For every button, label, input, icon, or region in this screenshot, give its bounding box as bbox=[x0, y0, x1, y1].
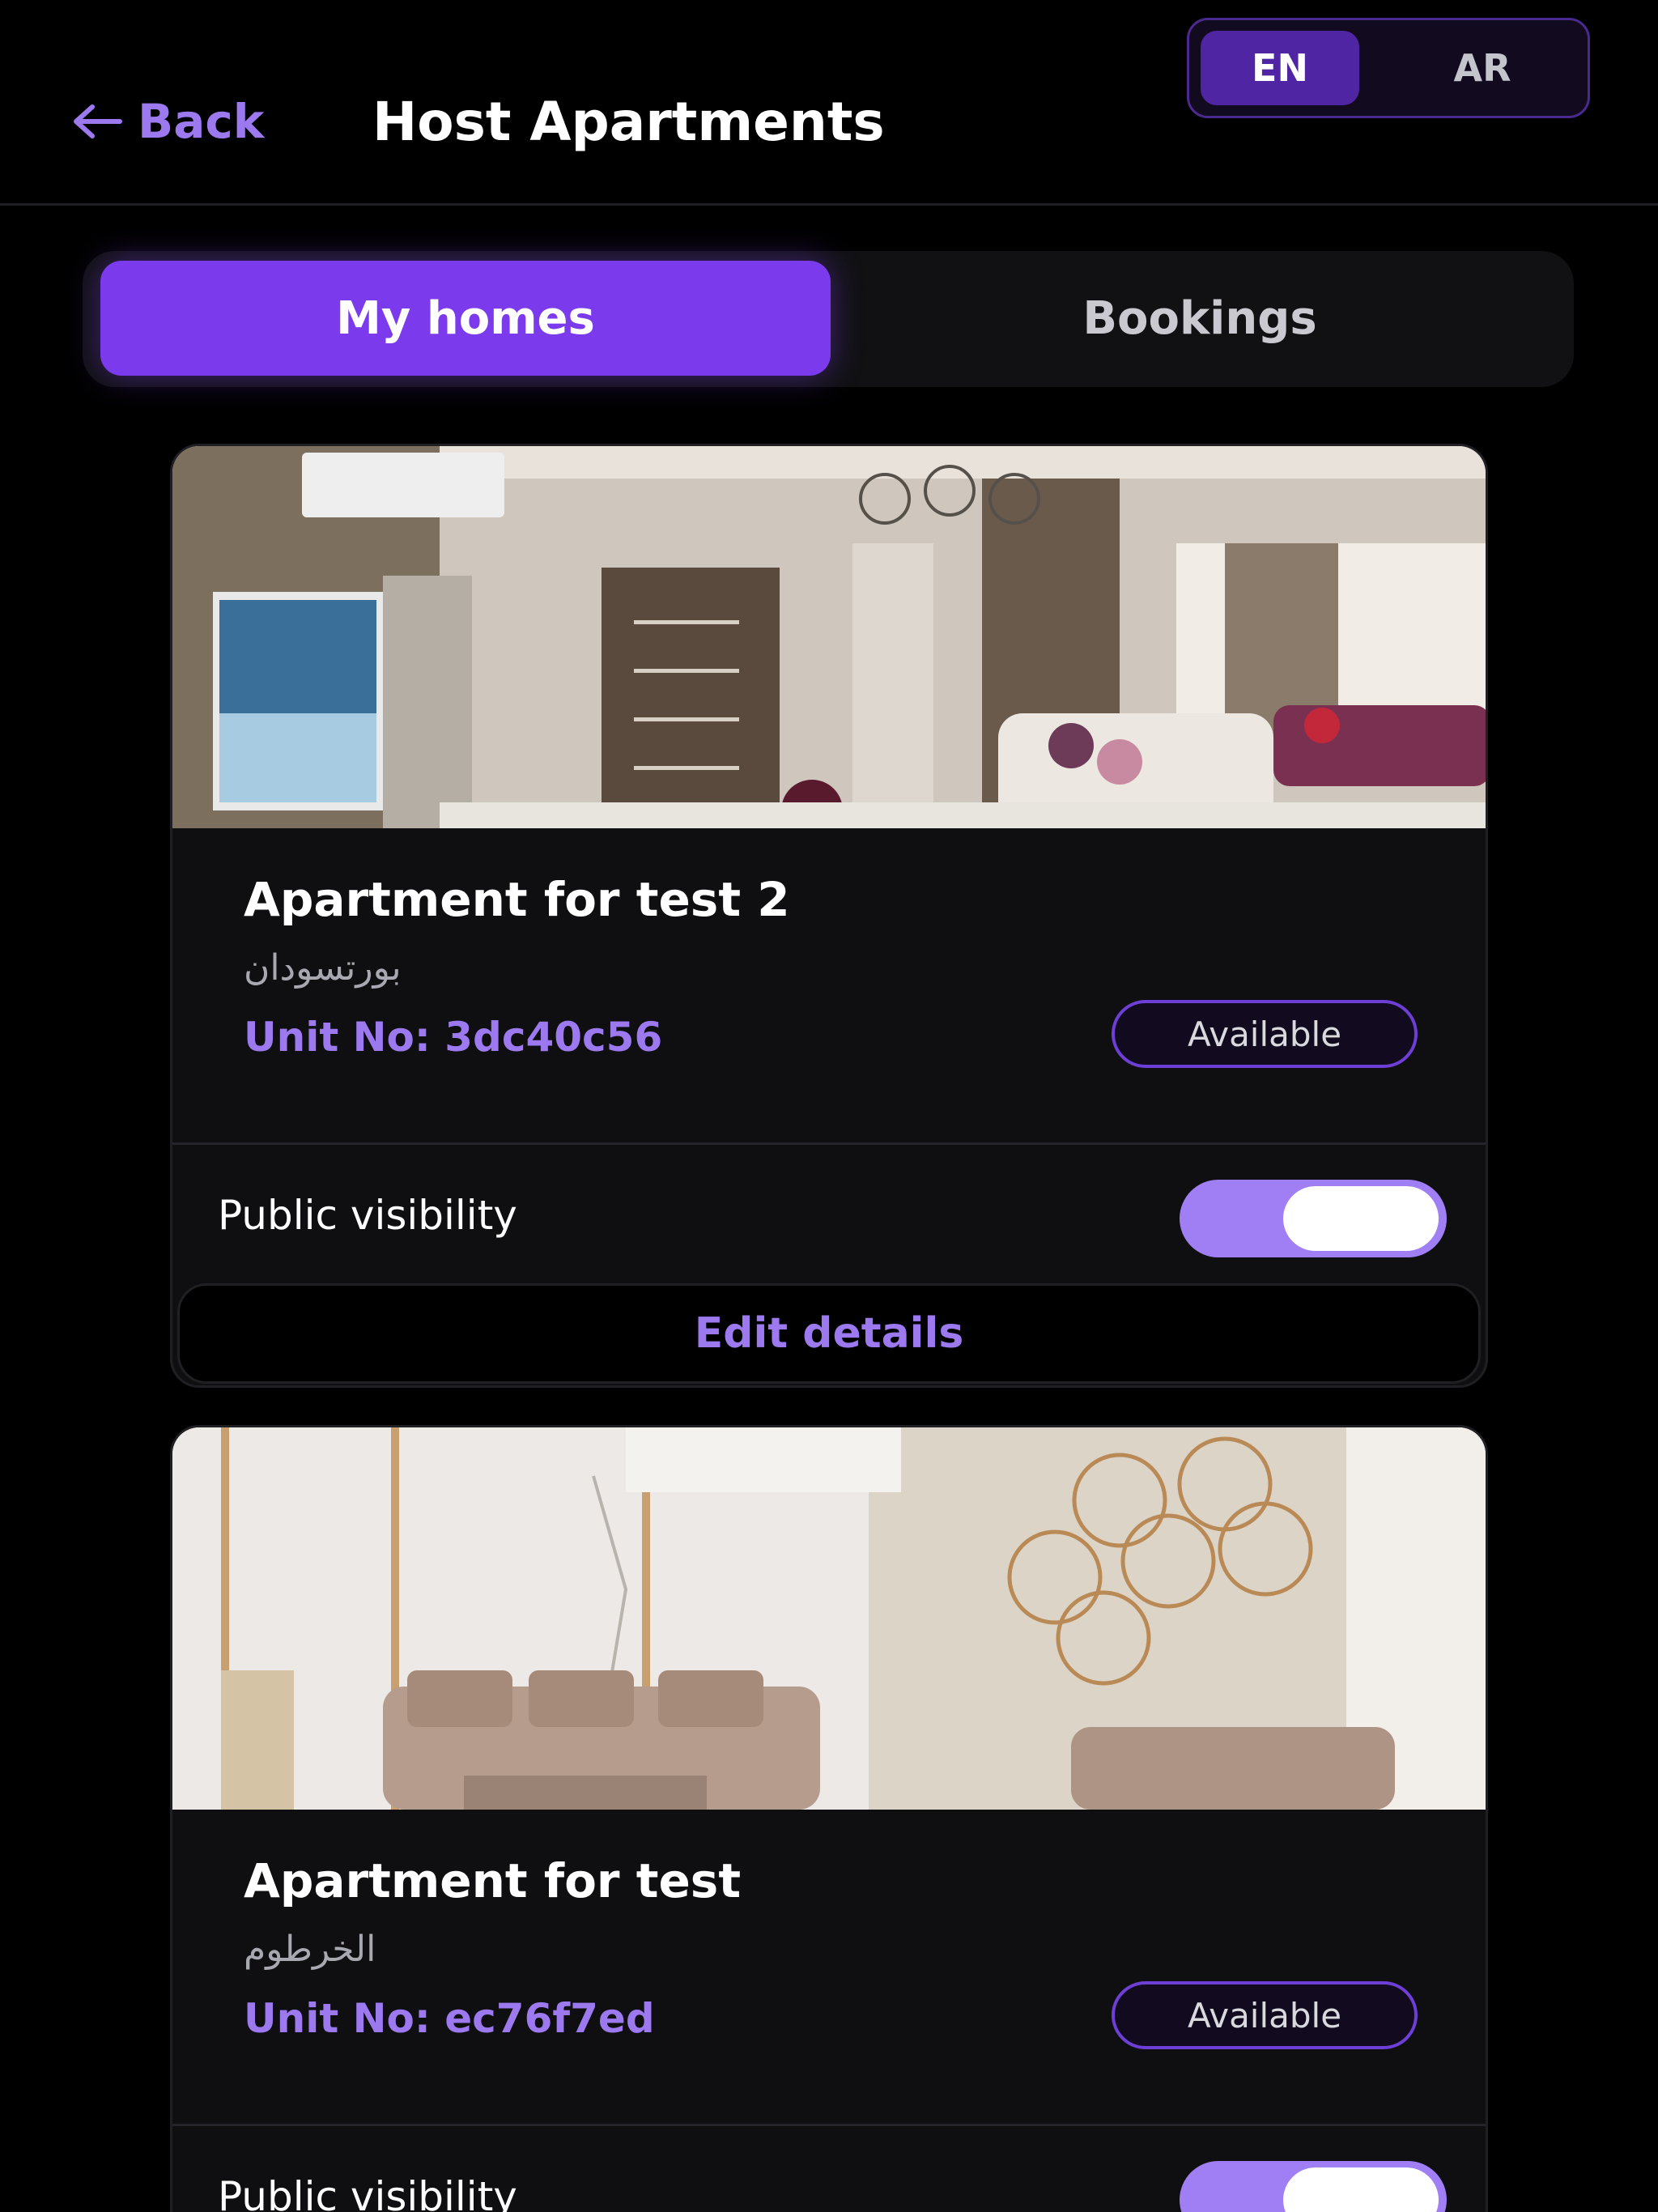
divider bbox=[172, 2124, 1486, 2126]
back-label: Back bbox=[138, 94, 265, 149]
public-visibility-label: Public visibility bbox=[218, 2173, 517, 2212]
listing-title: Apartment for test bbox=[244, 1853, 742, 1908]
listing-unit-number: Unit No: ec76f7ed bbox=[244, 1995, 655, 2042]
listing-photo bbox=[172, 1427, 1486, 1810]
status-badge: Available bbox=[1112, 1000, 1418, 1068]
tab-my-homes[interactable]: My homes bbox=[100, 261, 831, 376]
top-bar: Back Host Apartments EN AR bbox=[0, 0, 1658, 206]
language-switch: EN AR bbox=[1187, 18, 1590, 118]
toggle-knob bbox=[1283, 1186, 1439, 1251]
back-button[interactable]: Back bbox=[71, 89, 264, 154]
edit-details-button[interactable]: Edit details bbox=[177, 1283, 1481, 1384]
host-apartments-screen: Back Host Apartments EN AR My homes Book… bbox=[0, 0, 1658, 2212]
listing-title: Apartment for test 2 bbox=[244, 872, 790, 927]
language-option-ar[interactable]: AR bbox=[1403, 31, 1562, 105]
language-option-en[interactable]: EN bbox=[1201, 31, 1359, 105]
page-title: Host Apartments bbox=[372, 90, 885, 153]
divider bbox=[172, 1142, 1486, 1145]
status-badge: Available bbox=[1112, 1981, 1418, 2049]
listing-card: Apartment for test 2 بورتسودان Unit No: … bbox=[170, 444, 1488, 1388]
public-visibility-toggle[interactable] bbox=[1180, 2161, 1447, 2212]
tab-bookings[interactable]: Bookings bbox=[892, 261, 1507, 376]
arrow-left-icon bbox=[74, 104, 122, 138]
public-visibility-label: Public visibility bbox=[218, 1192, 517, 1239]
listing-location: الخرطوم bbox=[244, 1929, 376, 1970]
listing-unit-number: Unit No: 3dc40c56 bbox=[244, 1014, 663, 1061]
public-visibility-toggle[interactable] bbox=[1180, 1180, 1447, 1257]
listing-card: Apartment for test الخرطوم Unit No: ec76… bbox=[170, 1425, 1488, 2212]
toggle-knob bbox=[1283, 2167, 1439, 2212]
tab-bar: My homes Bookings bbox=[83, 251, 1574, 387]
listing-location: بورتسودان bbox=[244, 947, 402, 989]
listing-photo bbox=[172, 446, 1486, 828]
